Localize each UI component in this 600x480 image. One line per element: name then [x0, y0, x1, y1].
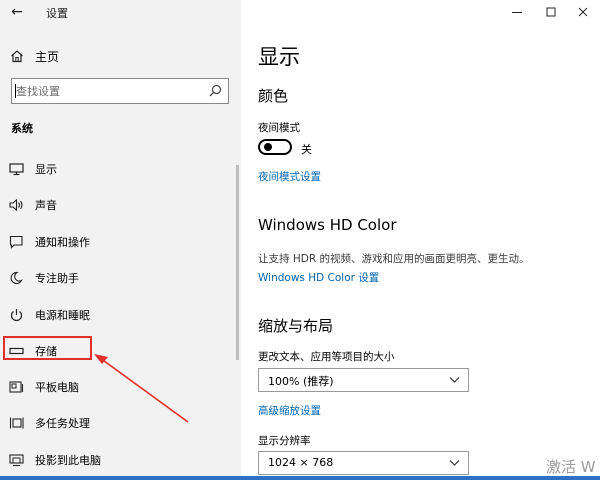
sidebar-scrollbar[interactable] [236, 165, 239, 360]
maximize-icon[interactable] [539, 4, 563, 20]
annotation-highlight-box [3, 336, 92, 360]
sidebar-item-label: 专注助手 [35, 272, 79, 285]
search-icon[interactable] [209, 84, 222, 97]
sidebar-item-label: 平板电脑 [35, 381, 79, 394]
sidebar-item-sound[interactable]: 声音 [0, 193, 241, 217]
sidebar-item-multitasking[interactable]: 多任务处理 [0, 411, 241, 435]
sidebar-item-label: 投影到此电脑 [35, 454, 101, 467]
project-icon [9, 454, 24, 467]
sidebar-item-power-sleep[interactable]: 电源和睡眠 [0, 303, 241, 327]
search-box[interactable] [11, 78, 229, 104]
sidebar-item-tablet[interactable]: 平板电脑 [0, 375, 241, 399]
sidebar-item-label: 电源和睡眠 [35, 309, 90, 322]
advanced-scaling-link[interactable]: 高级缩放设置 [258, 403, 321, 418]
sidebar-item-home[interactable]: 主页 [0, 46, 241, 66]
sidebar-item-label: 显示 [35, 163, 57, 176]
sidebar-item-label: 通知和操作 [35, 236, 90, 249]
resolution-dropdown-value: 1024 × 768 [268, 456, 334, 469]
taskbar-edge [0, 476, 600, 480]
hdr-settings-link[interactable]: Windows HD Color 设置 [258, 270, 379, 285]
sidebar-item-project[interactable]: 投影到此电脑 [0, 448, 241, 472]
multitask-icon [9, 417, 24, 429]
resolution-label: 显示分辨率 [258, 435, 311, 447]
main-content: 显示 颜色 夜间模式 关 夜间模式设置 Windows HD Color 让支持… [241, 0, 600, 480]
sidebar-item-display[interactable]: 显示 [0, 157, 241, 181]
close-icon[interactable] [571, 4, 595, 20]
monitor-icon [9, 163, 24, 176]
night-mode-label: 夜间模式 [258, 122, 300, 134]
home-label: 主页 [35, 50, 60, 64]
scale-dropdown-value: 100% (推荐) [268, 375, 334, 388]
night-mode-toggle[interactable] [258, 139, 292, 155]
back-arrow-icon[interactable]: ← [8, 3, 26, 21]
scale-dropdown[interactable]: 100% (推荐) [258, 368, 469, 392]
home-icon [11, 50, 23, 63]
page-title: 显示 [258, 45, 300, 69]
night-mode-settings-link[interactable]: 夜间模式设置 [258, 169, 321, 184]
notification-icon [9, 235, 23, 249]
sidebar-item-focus-assist[interactable]: 专注助手 [0, 266, 241, 290]
sidebar-item-label: 声音 [35, 199, 57, 212]
sidebar: ← 设置 主页 系统 显示 声音 [0, 0, 241, 480]
power-icon [10, 309, 23, 322]
activation-watermark: 激活 W [546, 458, 596, 476]
speaker-icon [9, 198, 23, 212]
chevron-down-icon [449, 377, 460, 383]
sidebar-item-notifications[interactable]: 通知和操作 [0, 230, 241, 254]
section-heading-color: 颜色 [258, 87, 289, 105]
minimize-icon[interactable] [505, 4, 529, 20]
tablet-icon [9, 381, 24, 393]
section-heading-hdr: Windows HD Color [258, 216, 397, 234]
chevron-down-icon [449, 460, 460, 466]
night-mode-state: 关 [301, 143, 312, 156]
window-title: 设置 [46, 7, 68, 20]
section-label-system: 系统 [11, 122, 33, 135]
search-input[interactable] [16, 82, 206, 100]
moon-icon [10, 271, 23, 285]
section-heading-scale-layout: 缩放与布局 [258, 317, 334, 335]
hdr-description: 让支持 HDR 的视频、游戏和应用的画面更明亮、更生动。 [258, 253, 530, 265]
sidebar-item-label: 多任务处理 [35, 417, 90, 430]
resolution-dropdown[interactable]: 1024 × 768 [258, 451, 469, 475]
toggle-knob [264, 143, 272, 151]
text-size-label: 更改文本、应用等项目的大小 [258, 351, 395, 363]
